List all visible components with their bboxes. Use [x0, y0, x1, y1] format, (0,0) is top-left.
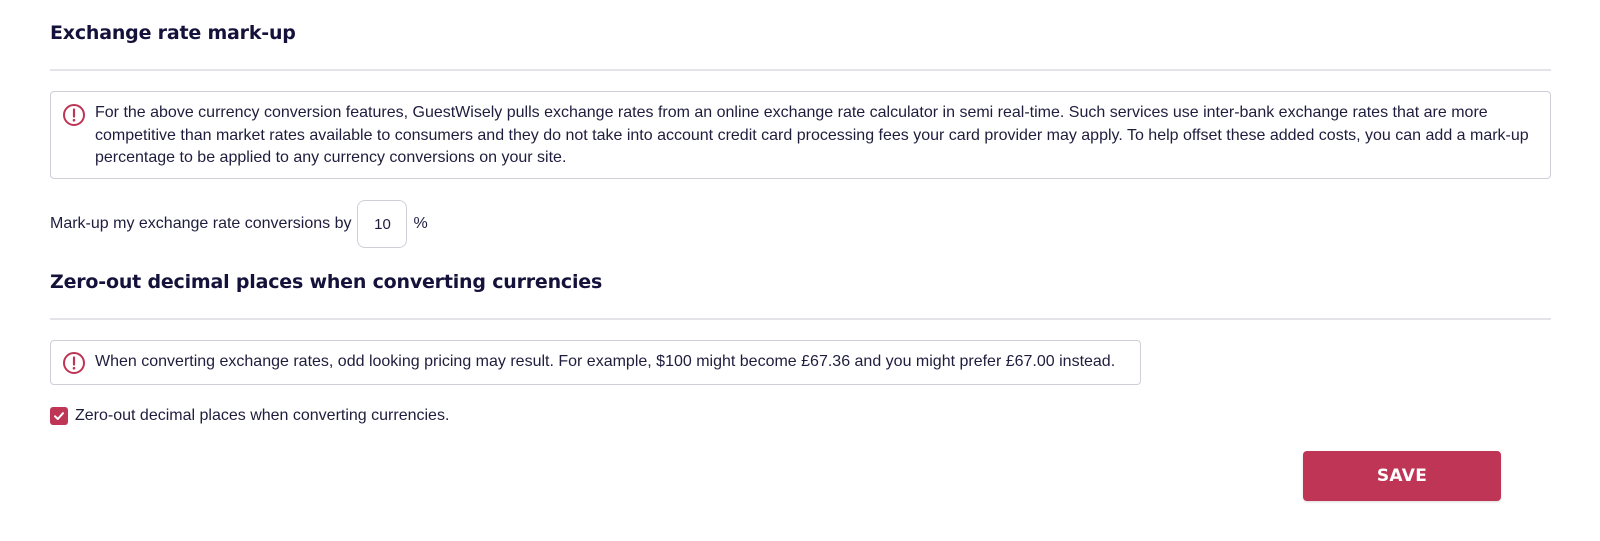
alert-circle-icon — [62, 351, 86, 375]
section-divider — [50, 69, 1551, 71]
decimal-notice-text: When converting exchange rates, odd look… — [95, 353, 1116, 370]
markup-percentage-input[interactable] — [357, 200, 408, 248]
save-button[interactable]: SAVE — [1303, 451, 1501, 501]
zero-out-checkbox-label: Zero-out decimal places when converting … — [75, 407, 450, 424]
markup-row: Mark-up my exchange rate conversions by … — [50, 199, 428, 249]
zero-out-checkbox[interactable] — [50, 407, 68, 425]
markup-section-title: Exchange rate mark-up — [50, 22, 296, 44]
decimal-section-title: Zero-out decimal places when converting … — [50, 271, 603, 293]
checkmark-icon — [54, 412, 64, 420]
markup-input-label: Mark-up my exchange rate conversions by — [50, 215, 352, 232]
markup-notice: For the above currency conversion featur… — [50, 91, 1551, 179]
markup-notice-text: For the above currency conversion featur… — [95, 104, 1529, 166]
alert-circle-icon — [62, 103, 86, 127]
section-divider — [50, 318, 1551, 320]
zero-out-checkbox-row[interactable]: Zero-out decimal places when converting … — [50, 407, 449, 425]
markup-percent-suffix: % — [413, 215, 428, 232]
decimal-notice: When converting exchange rates, odd look… — [50, 340, 1141, 385]
